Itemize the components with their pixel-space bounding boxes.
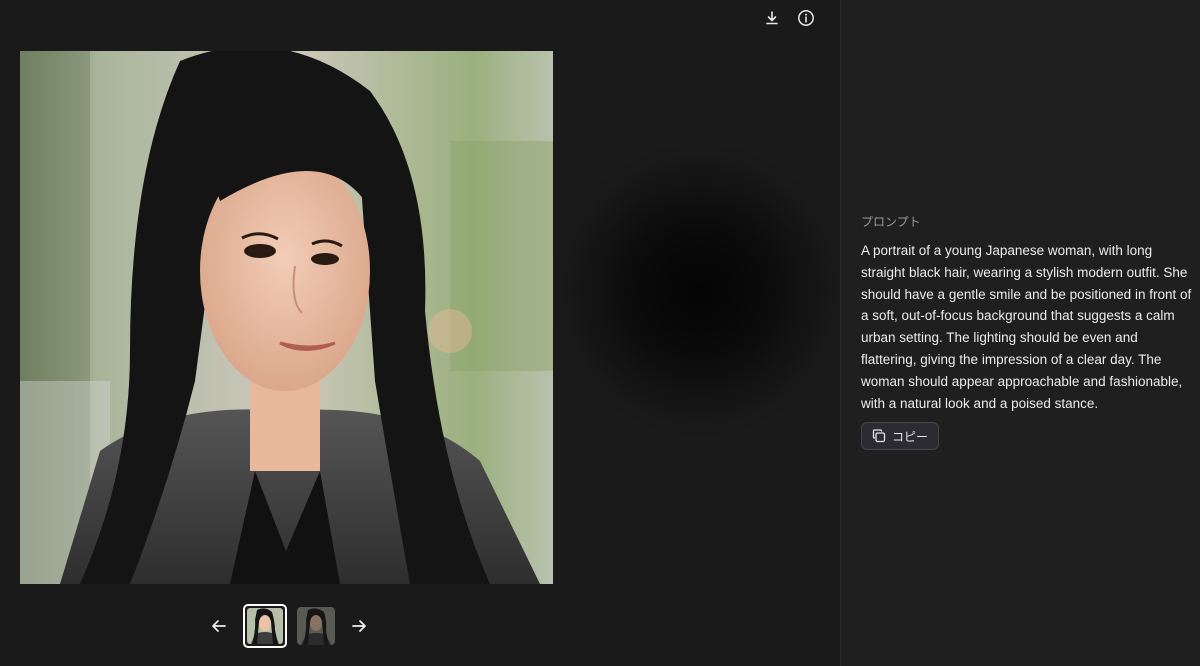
image-viewer [0,0,840,666]
thumbnail-2[interactable] [297,607,335,645]
info-icon [798,10,814,26]
prompt-text: A portrait of a young Japanese woman, wi… [861,243,1192,411]
thumbnail-strip [0,604,578,648]
prompt-label: プロンプト [861,215,921,229]
download-button[interactable] [762,8,782,28]
viewer-toolbar [762,8,816,28]
info-button[interactable] [796,8,816,28]
previous-image-button[interactable] [205,612,233,640]
copy-button[interactable]: コピー [861,422,940,450]
copy-icon [872,429,886,443]
generated-image [20,51,553,584]
arrow-left-icon [212,620,226,632]
copy-button-label: コピー [892,429,929,444]
arrow-right-icon [352,620,366,632]
next-image-button[interactable] [345,612,373,640]
background-shadow [560,150,840,430]
thumbnail-1[interactable] [243,604,287,648]
prompt-sidebar: プロンプト A portrait of a young Japanese wom… [840,0,1200,666]
download-icon [766,11,778,25]
